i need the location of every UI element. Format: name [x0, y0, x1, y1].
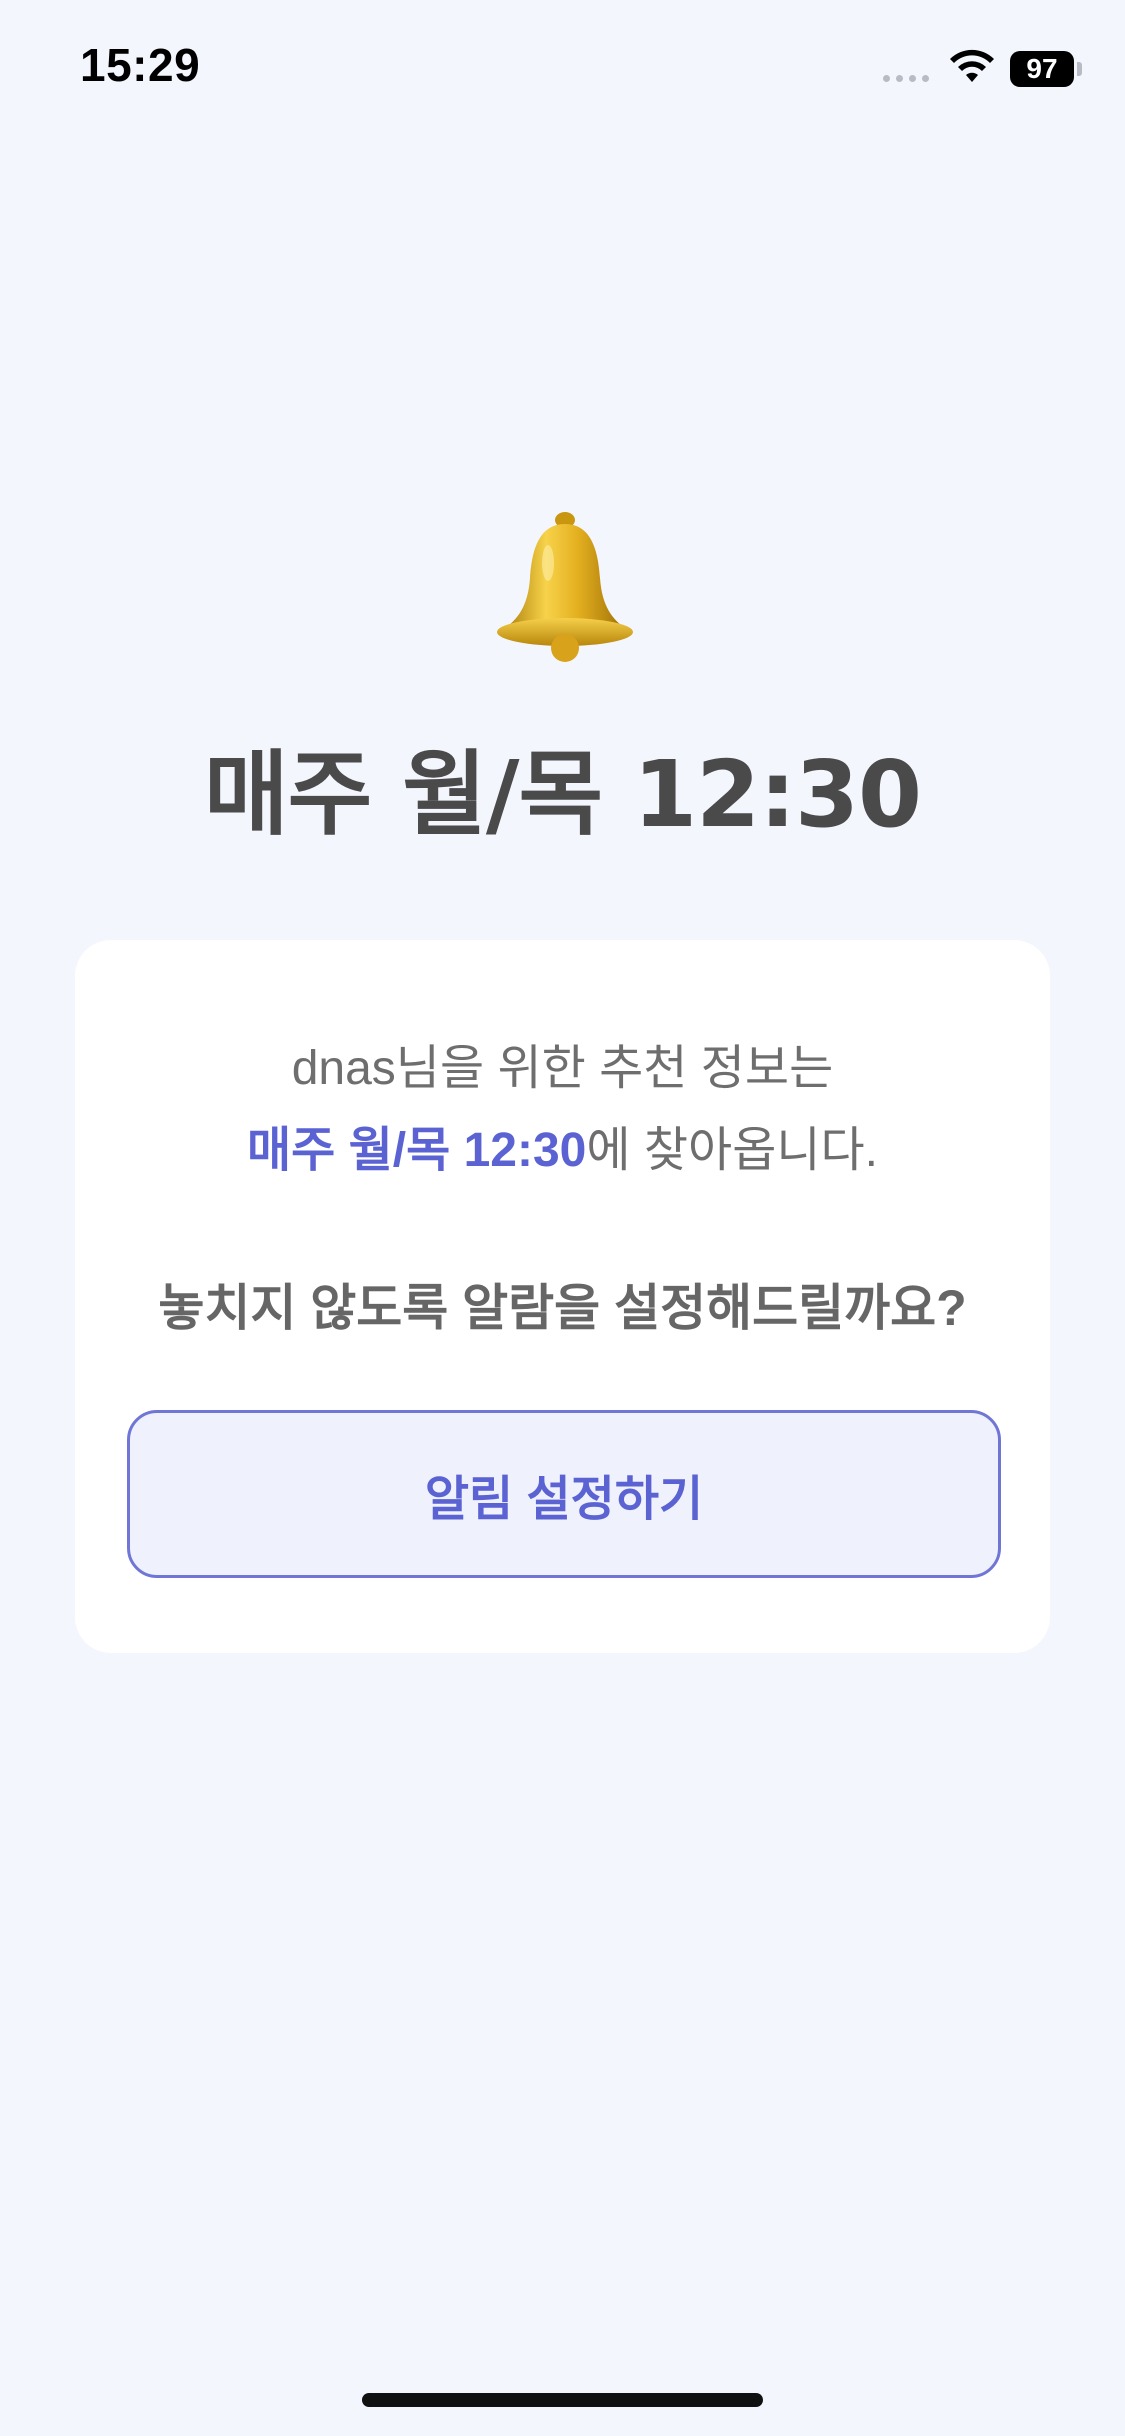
schedule-text: 매주 월/목 12:30에 찾아옵니다. [75, 1110, 1050, 1180]
home-indicator[interactable] [362, 2393, 763, 2407]
schedule-highlight: 매주 월/목 12:30 [246, 1124, 587, 1177]
battery-icon: 97 [1010, 51, 1074, 87]
status-time: 15:29 [80, 39, 201, 91]
question-text: 놓치지 않도록 알람을 설정해드릴까요? [158, 1280, 967, 1336]
alarm-card: dnas님을 위한 추천 정보는 매주 월/목 12:30에 찾아옵니다. 놓치… [75, 940, 1050, 1653]
battery-cap [1077, 62, 1082, 76]
intro-text: dnas님을 위한 추천 정보는 [291, 1042, 834, 1095]
schedule-suffix: 에 찾아옵니다. [586, 1124, 879, 1177]
signal-dots-icon [883, 75, 929, 82]
set-alarm-button[interactable]: 알림 설정하기 [127, 1410, 1001, 1578]
bell-icon [497, 512, 633, 662]
wifi-icon [950, 49, 994, 82]
status-bar: 15:29 97 [0, 0, 1125, 140]
schedule-title: 매주 월/목 12:30 [203, 741, 922, 848]
